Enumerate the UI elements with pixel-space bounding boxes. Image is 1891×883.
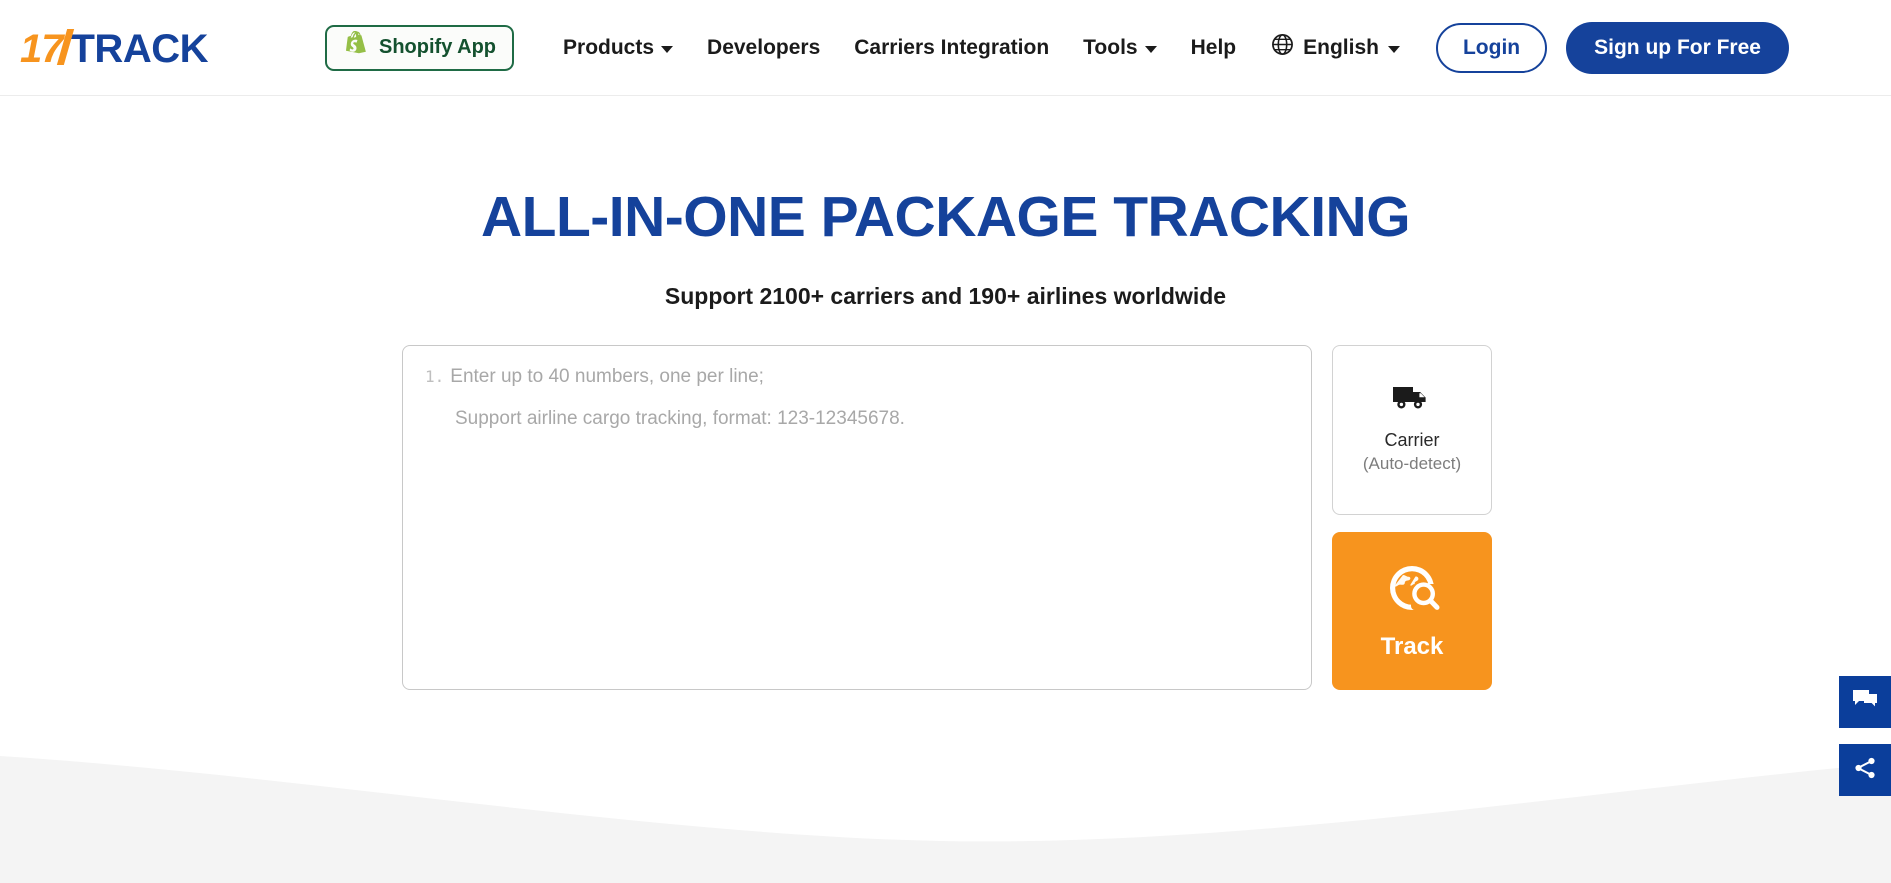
page-subtitle: Support 2100+ carriers and 190+ airlines… [664,283,1227,309]
side-rail-gap [1839,728,1891,744]
globe-search-icon [1381,562,1443,625]
side-rail [1839,676,1891,796]
nav-item-help[interactable]: Help [1174,37,1254,58]
carrier-label: Carrier [1384,430,1440,451]
logo-17-text: 17 [20,27,63,71]
site-header: 17 TRACK Shopify App Products Developers [0,0,1891,96]
signup-button[interactable]: Sign up For Free [1566,21,1789,74]
tracking-numbers-input[interactable]: 1. Enter up to 40 numbers, one per line;… [402,345,1312,690]
share-button[interactable] [1839,744,1891,796]
carrier-sublabel: (Auto-detect) [1362,453,1462,473]
page-title: ALL-IN-ONE PACKAGE TRACKING [480,185,1411,249]
language-label: English [1303,35,1379,59]
line-number-gutter: 1. [425,367,445,386]
track-button-label: Track [1380,632,1444,660]
page-root: 17 TRACK Shopify App Products Developers [0,0,1891,883]
track-button[interactable]: Track [1332,532,1492,690]
nav-item-products-label: Products [563,36,655,59]
placeholder-line-1: 1. Enter up to 40 numbers, one per line; [425,366,764,388]
carrier-selector[interactable]: Carrier (Auto-detect) [1332,345,1492,515]
chevron-down-icon [1387,46,1400,53]
main-nav: Products Developers Carriers Integration… [546,33,1414,62]
logo-track-text: TRACK [70,27,209,71]
nav-item-developers[interactable]: Developers [690,37,837,58]
login-button[interactable]: Login [1435,22,1548,73]
nav-item-carriers-integration-label: Carriers Integration [854,36,1050,59]
shopify-app-button[interactable]: Shopify App [324,24,515,71]
shopify-bag-icon [343,30,369,65]
truck-icon [1392,384,1432,419]
chevron-down-icon [1144,46,1157,53]
nav-item-tools[interactable]: Tools [1066,37,1173,58]
share-icon [1853,756,1877,785]
logo-17track[interactable]: 17 TRACK [20,26,208,69]
nav-item-products[interactable]: Products [546,37,690,58]
chat-feedback-icon [1852,688,1878,717]
bottom-wave-decoration [0,756,1891,883]
placeholder-text-1: Enter up to 40 numbers, one per line; [450,366,764,387]
shopify-app-label: Shopify App [378,36,497,58]
tracking-form: 1. Enter up to 40 numbers, one per line;… [402,345,1492,695]
placeholder-text-2: Support airline cargo tracking, format: … [455,408,905,429]
language-selector[interactable]: English [1253,33,1414,62]
nav-item-tools-label: Tools [1083,36,1138,59]
nav-item-developers-label: Developers [707,36,821,59]
feedback-button[interactable] [1839,676,1891,728]
nav-item-help-label: Help [1190,36,1237,59]
chevron-down-icon [661,46,674,53]
globe-icon [1271,33,1294,62]
nav-item-carriers-integration[interactable]: Carriers Integration [837,37,1066,58]
